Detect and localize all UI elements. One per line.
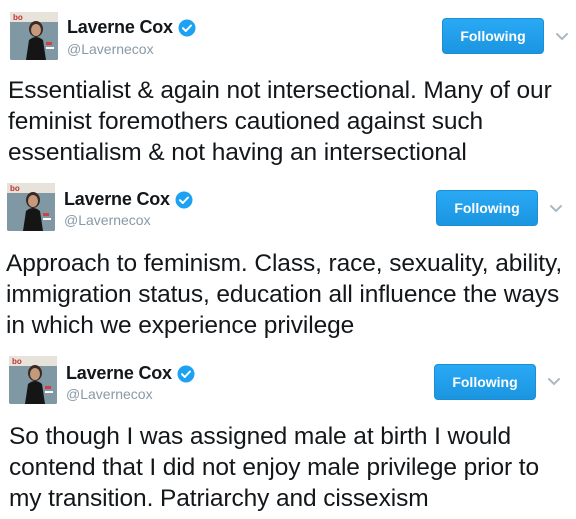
user-handle[interactable]: @Lavernecox — [66, 386, 153, 402]
avatar[interactable]: bo — [7, 183, 55, 231]
display-name-row: Laverne Cox — [64, 189, 193, 210]
display-name-row: Laverne Cox — [66, 363, 195, 384]
svg-text:bo: bo — [13, 13, 23, 22]
user-handle[interactable]: @Lavernecox — [64, 212, 151, 228]
verified-badge-icon — [178, 19, 196, 37]
chevron-down-icon[interactable] — [546, 375, 562, 387]
svg-text:bo: bo — [12, 357, 22, 366]
following-button[interactable]: Following — [436, 190, 538, 226]
display-name[interactable]: Laverne Cox — [66, 363, 172, 384]
following-button[interactable]: Following — [434, 364, 536, 400]
verified-badge-icon — [177, 365, 195, 383]
display-name[interactable]: Laverne Cox — [64, 189, 170, 210]
user-handle[interactable]: @Lavernecox — [67, 41, 154, 57]
tweet-text: So though I was assigned male at birth I… — [9, 423, 540, 512]
svg-text:bo: bo — [10, 184, 20, 193]
tweet-text: Essentialist & again not intersectional.… — [8, 77, 552, 166]
following-button[interactable]: Following — [442, 18, 544, 54]
chevron-down-icon[interactable] — [548, 202, 564, 214]
display-name[interactable]: Laverne Cox — [67, 17, 173, 38]
avatar[interactable]: bo — [9, 356, 57, 404]
verified-badge-icon — [175, 191, 193, 209]
tweet-text: Approach to feminism. Class, race, sexua… — [6, 250, 563, 339]
chevron-down-icon[interactable] — [554, 30, 570, 42]
display-name-row: Laverne Cox — [67, 17, 196, 38]
avatar[interactable]: bo — [10, 12, 58, 60]
